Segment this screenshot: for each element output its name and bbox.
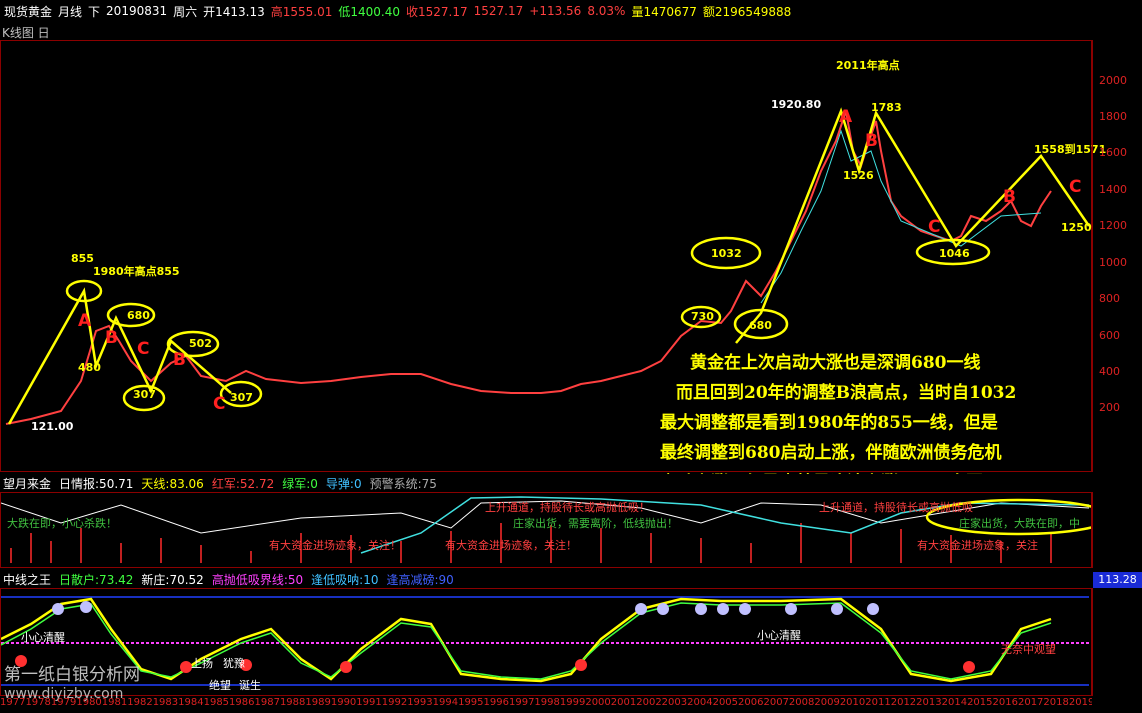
period-label: 月线 [58,4,83,19]
panel2-lvjun: 绿军:0 [282,476,318,491]
label-1526: 1526 [843,169,874,182]
price-tick: 600 [1099,329,1120,342]
panel3-label: 无奈中观望 [1001,643,1056,656]
panel2-tianxian: 天线:83.06 [141,476,204,491]
panel3-sanhu: 日散户:73.42 [59,572,134,587]
panel2-text: 大跌在即，小心杀跌！ [7,517,117,530]
label-480: 480 [78,361,101,374]
commentary-line: 黄金在上次启动大涨也是深调680一线 [690,353,981,373]
change-value: +113.56 [529,4,582,18]
label-680a: 680 [127,309,150,322]
change-pct: 8.03% [587,4,626,18]
panel3-label: 上扬 [191,657,213,670]
wave-c3: C [928,217,941,237]
panel3-axis [1092,588,1142,696]
panel2-text: 上升通道，持股待长或高抛低吸 [819,501,973,514]
label-1250: 1250 [1061,221,1092,234]
weekday-label: 周六 [173,4,198,19]
price-tick: 400 [1099,365,1120,378]
panel3-fenggao: 逢高减磅:90 [386,572,454,587]
label-1980-high: 1980年高点855 [93,265,180,278]
panel2-text: 庄家出货，需要离阶，低线抛出！ [513,517,678,530]
wave-b3: B [865,131,878,151]
label-502: 502 [189,337,212,350]
price-axis: 2000 1800 1600 1400 1200 1000 800 600 40… [1092,40,1142,472]
panel2-yujing: 预警系统:75 [369,476,437,491]
panel3-title[interactable]: 中线之王 [3,571,51,588]
panel3-label: 绝望 [209,679,231,692]
wave-c2: C [213,394,226,414]
price-tick: 1400 [1099,183,1127,196]
panel3-label: 犹豫 [223,657,245,670]
price-tick: 2000 [1099,74,1127,87]
panel3-gaopao: 高抛低吸界线:50 [211,572,304,587]
date-label: 20190831 [106,4,168,18]
panel3-svg [1,596,1089,686]
panel2-axis [1092,492,1142,568]
low-price: 低1400.40 [338,4,401,19]
price-tick: 200 [1099,401,1120,414]
label-2011-high: 2011年高点 [836,59,900,72]
open-price: 开1413.13 [203,4,265,19]
panel2-text: 上升通道，持股待长或高抛低吸！ [485,501,650,514]
panel3-current-value: 113.28 [1093,572,1142,588]
panel2-text: 有大资金进场迹象，关注 [917,539,1038,552]
symbol-name: 现货黄金 [4,4,53,19]
label-1783: 1783 [871,101,902,114]
wave-c4: C [1069,177,1082,197]
label-680b: 680 [749,319,772,332]
label-307b: 307 [230,391,253,404]
panel3-xinzhuang: 新庄:70.52 [141,572,204,587]
panel2-daodan: 导弹:0 [325,476,362,491]
quote-info-bar: 现货黄金 月线 下 20190831 周六 开1413.13 高1555.01 … [0,0,1142,22]
panel2-header: 望月来金 日情报:50.71 天线:83.06 红军:52.72 绿军:0 导弹… [0,474,1142,492]
panel3-label: 小心清醒 [21,631,65,644]
close-price: 收1527.17 [406,4,468,19]
commentary-line: 而且回到20年的调整B浪高点，当时自1032 [676,383,1017,403]
wave-b1: B [105,328,118,348]
volume-value: 量1470677 [631,4,697,19]
panel2-status: 日情报:50.71 [59,476,134,491]
panel2-text: 有大资金进场迹象，关注！ [445,539,577,552]
label-1920: 1920.80 [771,98,822,111]
label-1046: 1046 [939,247,970,260]
label-307a: 307 [133,388,156,401]
wave-a1: A [78,311,92,331]
panel2-text: 庄家出货，大跌在即，中 [959,517,1080,530]
price-tick: 1800 [1099,110,1127,123]
label-730: 730 [691,310,714,323]
panel3-label: 诞生 [239,679,261,692]
wave-b4: B [1003,187,1016,207]
label-855: 855 [71,252,94,265]
panel2-hongjun: 红军:52.72 [211,476,275,491]
price-tick: 1000 [1099,256,1127,269]
amount-value: 额2196549888 [702,4,792,19]
indicator-panel-3[interactable]: 小心清醒 犹豫 上扬 绝望 诞生 小心清醒 无奈中观望 [0,588,1092,696]
panel3-header: 中线之王 日散户:73.42 新庄:70.52 高抛低吸界线:50 逢低吸呐:1… [0,570,1142,588]
price-tick: 1200 [1099,219,1127,232]
wave-c1: C [137,339,150,359]
indicator-panel-2[interactable]: 上升通道，持股待长或高抛低吸！ 庄家出货，需要离阶，低线抛出！ 大跌在即，小心杀… [0,492,1092,568]
kline-chart-label[interactable]: K线图 日 [2,24,50,41]
wave-b2: B [173,350,186,370]
wave-a3: A [839,107,853,127]
commentary-line: 最终调整到680启动上涨，伴随欧洲债务危机 [660,443,1002,463]
panel3-fengdi: 逢低吸呐:10 [311,572,379,587]
year-axis: 1977197819791980198119821983198419851986… [0,697,1092,708]
direction-label: 下 [88,4,101,19]
price-tick: 1600 [1099,146,1127,159]
panel2-title[interactable]: 望月来金 [3,475,51,492]
panel2-text: 有大资金进场迹象，关注！ [269,539,401,552]
site-watermark: 第一纸白银分析网 [4,665,140,685]
label-121: 121.00 [31,420,74,433]
panel3-label: 小心清醒 [757,629,801,642]
label-1032: 1032 [711,247,742,260]
commentary-line: 最大调整都是看到1980年的855一线，但是 [660,413,998,433]
high-price: 高1555.01 [270,4,333,19]
last-price: 1527.17 [473,4,524,18]
price-tick: 800 [1099,292,1120,305]
